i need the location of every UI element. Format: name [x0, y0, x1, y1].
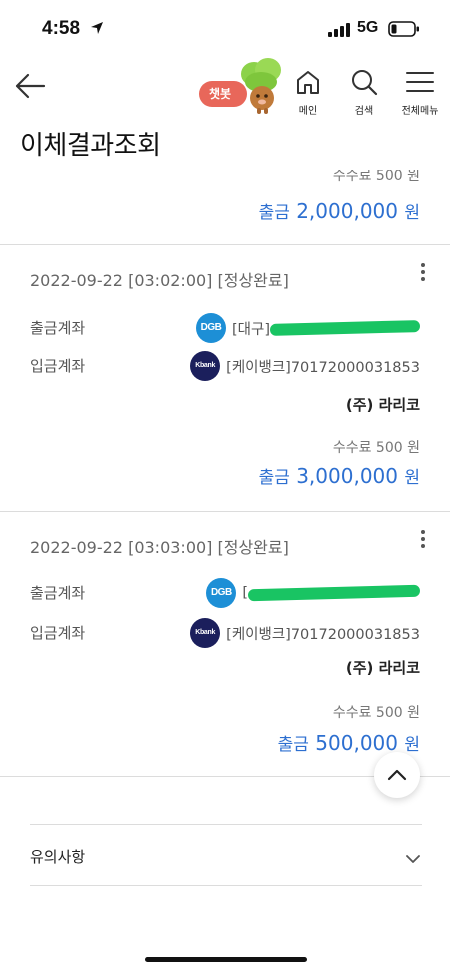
dgb-bank-logo: DGB	[196, 313, 226, 343]
amount-unit: 원	[404, 735, 420, 755]
notice-accordion[interactable]: 유의사항	[30, 824, 422, 886]
deposit-account: Kbank [케이뱅크]70172000031853	[190, 618, 420, 648]
home-icon	[297, 71, 319, 94]
location-arrow-icon	[90, 20, 104, 39]
previous-fee-text: 수수료 500 원	[332, 170, 420, 184]
nav-search-label: 검색	[354, 106, 374, 117]
previous-amount: 출금 2,000,000 원	[259, 198, 420, 223]
previous-fee: 수수료 500 원	[333, 170, 420, 184]
transaction-datetime: 2022-09-22 [03:02:00] [정상완료]	[30, 271, 289, 290]
nav-home-button[interactable]: 메인	[286, 68, 330, 117]
transaction-datetime: 2022-09-22 [03:03:00] [정상완료]	[30, 538, 289, 557]
chevron-up-icon	[387, 769, 407, 781]
redaction-mark	[247, 584, 421, 602]
app-header: 챗봇 메인 검색 전체메뉴	[0, 56, 450, 126]
transaction-fee: 수수료 500 원	[332, 705, 420, 721]
withdraw-account-label: 출금계좌	[30, 584, 86, 602]
recipient-name: (주) 라리코	[345, 396, 420, 414]
nav-search-button[interactable]: 검색	[342, 68, 386, 117]
kbank-bank-logo: Kbank	[190, 618, 221, 648]
transaction-card: 2022-09-22 [03:03:00] [정상완료] 출금계좌 DGB [ …	[0, 512, 450, 776]
withdraw-account-text: [대구]	[232, 321, 270, 338]
search-icon	[352, 70, 378, 96]
redaction-mark	[269, 320, 421, 336]
kbank-bank-logo: Kbank	[190, 351, 221, 381]
nav-home-label: 메인	[298, 106, 318, 117]
deposit-account-label: 입금계좌	[30, 624, 86, 642]
previous-amount-label: 출금	[258, 203, 290, 223]
amount-value: 3,000,000	[296, 464, 398, 488]
transaction-card: 2022-09-22 [03:02:00] [정상완료] 출금계좌 DGB [대…	[0, 245, 450, 509]
amount-label: 출금	[277, 735, 309, 755]
more-options-icon[interactable]	[418, 263, 428, 285]
deposit-account-text: [케이뱅크]70172000031853	[226, 359, 420, 376]
deposit-account: Kbank [케이뱅크]70172000031853	[190, 351, 420, 381]
deposit-account-text: [케이뱅크]70172000031853	[226, 626, 420, 643]
nav-menu-button[interactable]: 전체메뉴	[398, 68, 442, 117]
chevron-down-icon	[406, 849, 420, 868]
deposit-account-label: 입금계좌	[30, 357, 86, 375]
signal-icon	[328, 22, 352, 41]
menu-icon	[406, 72, 434, 92]
recipient-name: (주) 라리코	[345, 659, 420, 677]
home-indicator[interactable]	[145, 957, 307, 962]
nav-menu-label: 전체메뉴	[401, 106, 439, 117]
mascot-icon	[236, 56, 286, 120]
back-arrow-icon[interactable]	[14, 72, 48, 102]
scroll-to-top-button[interactable]	[374, 752, 420, 798]
amount-value: 500,000	[315, 731, 398, 755]
status-time: 4:58	[42, 18, 81, 39]
amount-label: 출금	[258, 468, 290, 488]
previous-amount-unit: 원	[404, 203, 420, 223]
notice-label: 유의사항	[30, 848, 86, 866]
withdraw-account: DGB [	[206, 578, 421, 608]
withdraw-account-label: 출금계좌	[30, 319, 86, 337]
transaction-fee: 수수료 500 원	[332, 440, 420, 456]
dgb-bank-logo: DGB	[206, 578, 237, 608]
previous-amount-value: 2,000,000	[296, 199, 398, 223]
amount-unit: 원	[404, 468, 420, 488]
page-title: 이체결과조회	[20, 131, 161, 161]
status-bar: 4:58 5G	[0, 0, 450, 56]
withdraw-account: DGB [대구]	[196, 313, 421, 343]
transaction-amount: 출금 3,000,000 원	[259, 463, 420, 488]
network-type: 5G	[357, 19, 379, 36]
battery-icon	[388, 21, 420, 41]
more-options-icon[interactable]	[418, 530, 428, 552]
